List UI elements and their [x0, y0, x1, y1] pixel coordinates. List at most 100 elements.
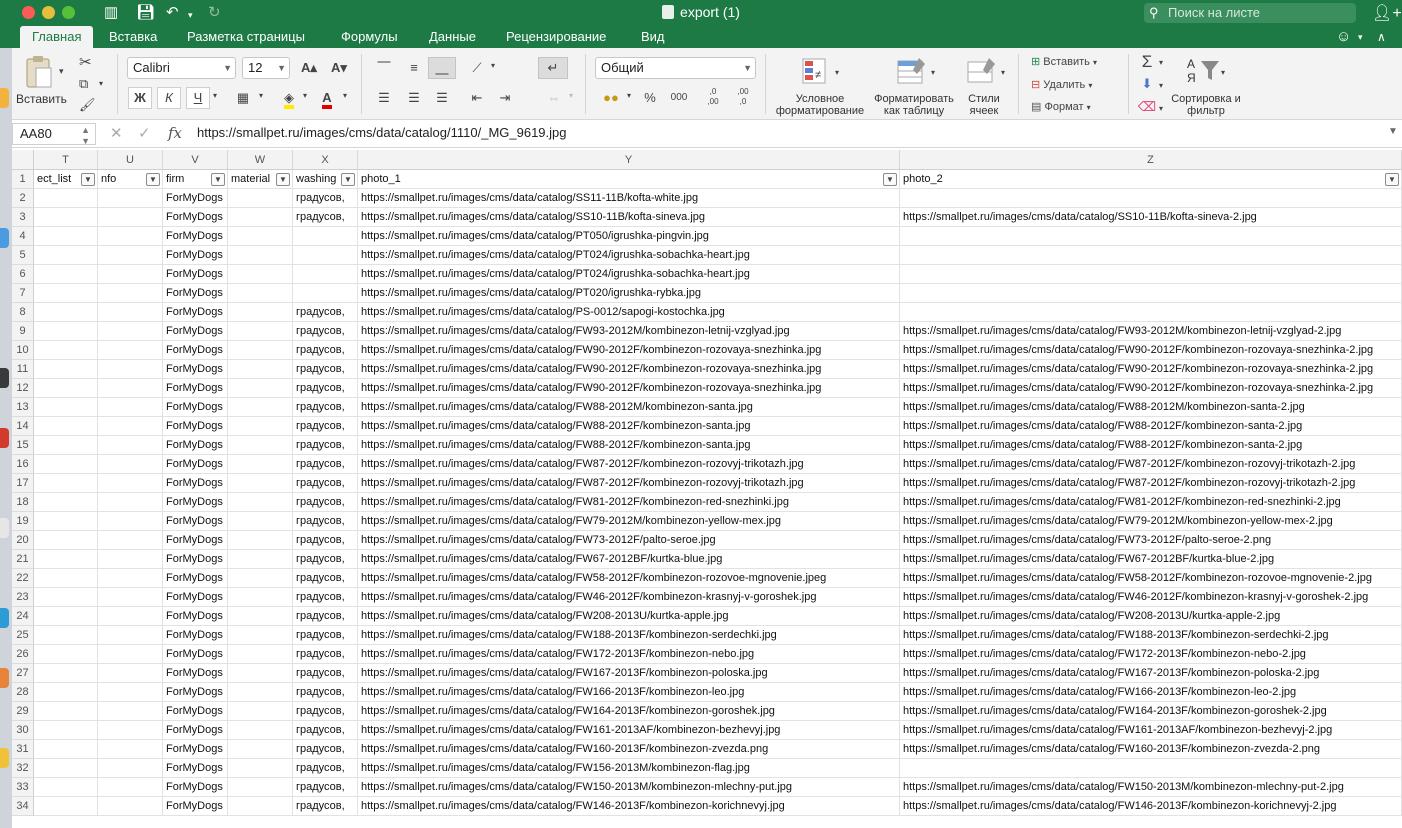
table-cell[interactable]: ForMyDogs — [163, 607, 228, 626]
table-cell[interactable]: https://smallpet.ru/images/cms/data/cata… — [358, 398, 900, 417]
table-header-cell[interactable]: washing ▼ — [293, 170, 358, 189]
table-header-cell[interactable]: nfo ▼ — [98, 170, 163, 189]
decrease-font-icon[interactable]: A▾ — [326, 57, 352, 79]
row-header[interactable]: 25 — [12, 626, 34, 645]
row-header[interactable]: 17 — [12, 474, 34, 493]
table-cell[interactable]: ForMyDogs — [163, 759, 228, 778]
table-cell[interactable]: градусов, — [293, 778, 358, 797]
name-box[interactable]: AA80 ▲ ▼ — [12, 123, 96, 146]
table-cell[interactable] — [34, 303, 98, 322]
table-cell[interactable] — [98, 493, 163, 512]
table-cell[interactable]: градусов, — [293, 797, 358, 816]
merge-dropdown-icon[interactable]: ▾ — [568, 90, 574, 101]
table-cell[interactable]: https://smallpet.ru/images/cms/data/cata… — [358, 379, 900, 398]
paste-button[interactable] — [20, 54, 58, 94]
conditional-dropdown-icon[interactable]: ▾ — [834, 67, 840, 78]
table-cell[interactable] — [34, 455, 98, 474]
select-all-corner[interactable] — [12, 150, 34, 170]
table-cell[interactable] — [98, 322, 163, 341]
table-cell[interactable]: https://smallpet.ru/images/cms/data/cata… — [900, 436, 1402, 455]
table-cell[interactable]: https://smallpet.ru/images/cms/data/cata… — [358, 531, 900, 550]
table-cell[interactable]: https://smallpet.ru/images/cms/data/cata… — [358, 455, 900, 474]
sort-filter-dropdown-icon[interactable]: ▾ — [1220, 67, 1226, 78]
table-cell[interactable] — [228, 322, 293, 341]
table-cell[interactable]: https://smallpet.ru/images/cms/data/cata… — [900, 512, 1402, 531]
column-header-u[interactable]: U — [98, 150, 163, 170]
table-cell[interactable] — [228, 664, 293, 683]
table-cell[interactable] — [900, 246, 1402, 265]
table-cell[interactable] — [98, 379, 163, 398]
table-cell[interactable]: градусов, — [293, 493, 358, 512]
table-cell[interactable] — [900, 759, 1402, 778]
table-cell[interactable]: https://smallpet.ru/images/cms/data/cata… — [358, 303, 900, 322]
table-cell[interactable]: ForMyDogs — [163, 683, 228, 702]
table-cell[interactable] — [98, 588, 163, 607]
conditional-formatting-button[interactable]: ≠ — [796, 55, 836, 89]
table-cell[interactable]: ForMyDogs — [163, 227, 228, 246]
merge-cells-icon[interactable]: ⇔ — [540, 87, 568, 109]
table-header-cell[interactable]: ect_list ▼ — [34, 170, 98, 189]
row-header[interactable]: 19 — [12, 512, 34, 531]
table-cell[interactable]: ForMyDogs — [163, 436, 228, 455]
table-cell[interactable] — [228, 360, 293, 379]
table-cell[interactable] — [34, 797, 98, 816]
table-cell[interactable]: градусов, — [293, 189, 358, 208]
column-header-x[interactable]: X — [293, 150, 358, 170]
table-cell[interactable] — [34, 360, 98, 379]
table-cell[interactable] — [98, 550, 163, 569]
table-cell[interactable] — [34, 208, 98, 227]
row-header[interactable]: 10 — [12, 341, 34, 360]
tab-view[interactable]: Вид — [641, 26, 665, 48]
table-cell[interactable]: https://smallpet.ru/images/cms/data/cata… — [358, 208, 900, 227]
table-cell[interactable] — [34, 512, 98, 531]
filter-dropdown-icon[interactable]: ▼ — [276, 173, 290, 186]
table-cell[interactable]: https://smallpet.ru/images/cms/data/cata… — [900, 797, 1402, 816]
table-cell[interactable] — [34, 417, 98, 436]
column-header-y[interactable]: Y — [358, 150, 900, 170]
table-cell[interactable] — [228, 284, 293, 303]
row-header[interactable]: 23 — [12, 588, 34, 607]
table-cell[interactable] — [228, 436, 293, 455]
table-cell[interactable] — [228, 265, 293, 284]
table-cell[interactable]: https://smallpet.ru/images/cms/data/cata… — [900, 607, 1402, 626]
table-cell[interactable]: https://smallpet.ru/images/cms/data/cata… — [900, 531, 1402, 550]
row-header[interactable]: 31 — [12, 740, 34, 759]
tab-data[interactable]: Данные — [429, 26, 476, 48]
spreadsheet-grid[interactable]: T U V W X Y Z 1 ect_list ▼ nfo ▼ firm ▼ material ▼ washi… — [0, 150, 1402, 828]
font-color-dropdown-icon[interactable]: ▾ — [342, 90, 348, 101]
table-cell[interactable] — [98, 398, 163, 417]
row-header[interactable]: 20 — [12, 531, 34, 550]
close-window-button[interactable] — [22, 6, 35, 19]
table-cell[interactable] — [34, 569, 98, 588]
table-cell[interactable]: ForMyDogs — [163, 474, 228, 493]
table-cell[interactable] — [98, 626, 163, 645]
table-cell[interactable]: https://smallpet.ru/images/cms/data/cata… — [900, 360, 1402, 379]
table-cell[interactable] — [228, 550, 293, 569]
table-cell[interactable] — [900, 303, 1402, 322]
borders-icon[interactable]: ▦ — [230, 87, 256, 109]
table-cell[interactable] — [98, 303, 163, 322]
table-cell[interactable]: ForMyDogs — [163, 246, 228, 265]
font-name-select[interactable]: Calibri ▼ — [127, 57, 236, 79]
table-cell[interactable]: https://smallpet.ru/images/cms/data/cata… — [900, 322, 1402, 341]
table-cell[interactable]: https://smallpet.ru/images/cms/data/cata… — [358, 246, 900, 265]
table-cell[interactable] — [98, 284, 163, 303]
table-cell[interactable] — [34, 246, 98, 265]
row-header[interactable]: 7 — [12, 284, 34, 303]
table-cell[interactable] — [293, 284, 358, 303]
table-cell[interactable] — [98, 417, 163, 436]
table-cell[interactable]: градусов, — [293, 683, 358, 702]
row-header[interactable]: 14 — [12, 417, 34, 436]
filter-dropdown-icon[interactable]: ▼ — [341, 173, 355, 186]
table-cell[interactable] — [98, 645, 163, 664]
row-header[interactable]: 26 — [12, 645, 34, 664]
orientation-dropdown-icon[interactable]: ▾ — [490, 60, 496, 71]
column-header-w[interactable]: W — [228, 150, 293, 170]
table-cell[interactable]: градусов, — [293, 455, 358, 474]
formula-input[interactable] — [197, 125, 1377, 140]
table-cell[interactable]: https://smallpet.ru/images/cms/data/cata… — [358, 664, 900, 683]
row-header[interactable]: 27 — [12, 664, 34, 683]
table-cell[interactable]: ForMyDogs — [163, 284, 228, 303]
table-cell[interactable]: градусов, — [293, 645, 358, 664]
table-cell[interactable] — [228, 303, 293, 322]
